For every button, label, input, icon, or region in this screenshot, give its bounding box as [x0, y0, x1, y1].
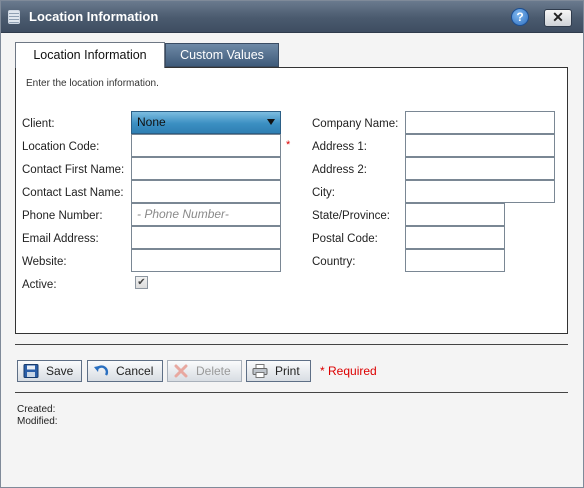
postal-code-input[interactable] [405, 226, 505, 249]
phone-number-input[interactable]: - Phone Number- [131, 203, 281, 226]
window-title: Location Information [29, 9, 159, 24]
address-2-input[interactable] [405, 157, 555, 180]
contact-last-name-label: Contact Last Name: [22, 187, 124, 199]
email-address-input[interactable] [131, 226, 281, 249]
delete-button[interactable]: Delete [167, 360, 242, 382]
address-2-label: Address 2: [312, 164, 367, 176]
delete-button-label: Delete [196, 364, 231, 378]
postal-code-label: Postal Code: [312, 233, 378, 245]
divider [15, 344, 568, 345]
printer-icon [252, 364, 268, 378]
required-marker: * [286, 139, 291, 151]
active-label: Active: [22, 279, 57, 291]
cancel-button[interactable]: Cancel [87, 360, 163, 382]
address-1-input[interactable] [405, 134, 555, 157]
tab-location-information[interactable]: Location Information [15, 42, 165, 68]
created-label: Created: [17, 404, 56, 415]
active-checkbox[interactable]: ✔ [135, 276, 148, 289]
website-input[interactable] [131, 249, 281, 272]
undo-arrow-icon [94, 365, 109, 376]
close-button[interactable]: ✕ [544, 9, 572, 27]
location-information-dialog: Location Information ? ✕ Location Inform… [0, 0, 584, 488]
save-button-label: Save [46, 364, 74, 378]
city-label: City: [312, 187, 335, 199]
client-select[interactable]: None [131, 111, 281, 134]
company-name-input[interactable] [405, 111, 555, 134]
location-code-label: Location Code: [22, 141, 100, 153]
country-label: Country: [312, 256, 356, 268]
cancel-button-label: Cancel [116, 364, 154, 378]
grid-icon [8, 10, 20, 24]
website-label: Website: [22, 256, 67, 268]
title-bar[interactable]: Location Information ? ✕ [1, 1, 583, 33]
email-address-label: Email Address: [22, 233, 99, 245]
contact-last-name-input[interactable] [131, 180, 281, 203]
print-button-label: Print [275, 364, 300, 378]
address-1-label: Address 1: [312, 141, 367, 153]
help-button[interactable]: ? [511, 8, 529, 26]
contact-first-name-input[interactable] [131, 157, 281, 180]
city-input[interactable] [405, 180, 555, 203]
company-name-label: Company Name: [312, 118, 399, 130]
state-province-input[interactable] [405, 203, 505, 226]
delete-x-icon [174, 364, 188, 378]
client-label: Client: [22, 118, 55, 130]
divider [15, 392, 568, 393]
save-button[interactable]: Save [17, 360, 82, 382]
tab-custom-values[interactable]: Custom Values [165, 43, 279, 67]
phone-number-label: Phone Number: [22, 210, 103, 222]
floppy-disk-icon [23, 364, 39, 378]
instructions-text: Enter the location information. [26, 78, 159, 89]
country-input[interactable] [405, 249, 505, 272]
chevron-down-icon [267, 119, 275, 125]
client-select-value: None [137, 115, 166, 129]
print-button[interactable]: Print [246, 360, 311, 382]
location-code-input[interactable] [131, 134, 281, 157]
contact-first-name-label: Contact First Name: [22, 164, 125, 176]
modified-label: Modified: [17, 416, 58, 427]
state-province-label: State/Province: [312, 210, 390, 222]
required-note: * Required [320, 364, 377, 378]
